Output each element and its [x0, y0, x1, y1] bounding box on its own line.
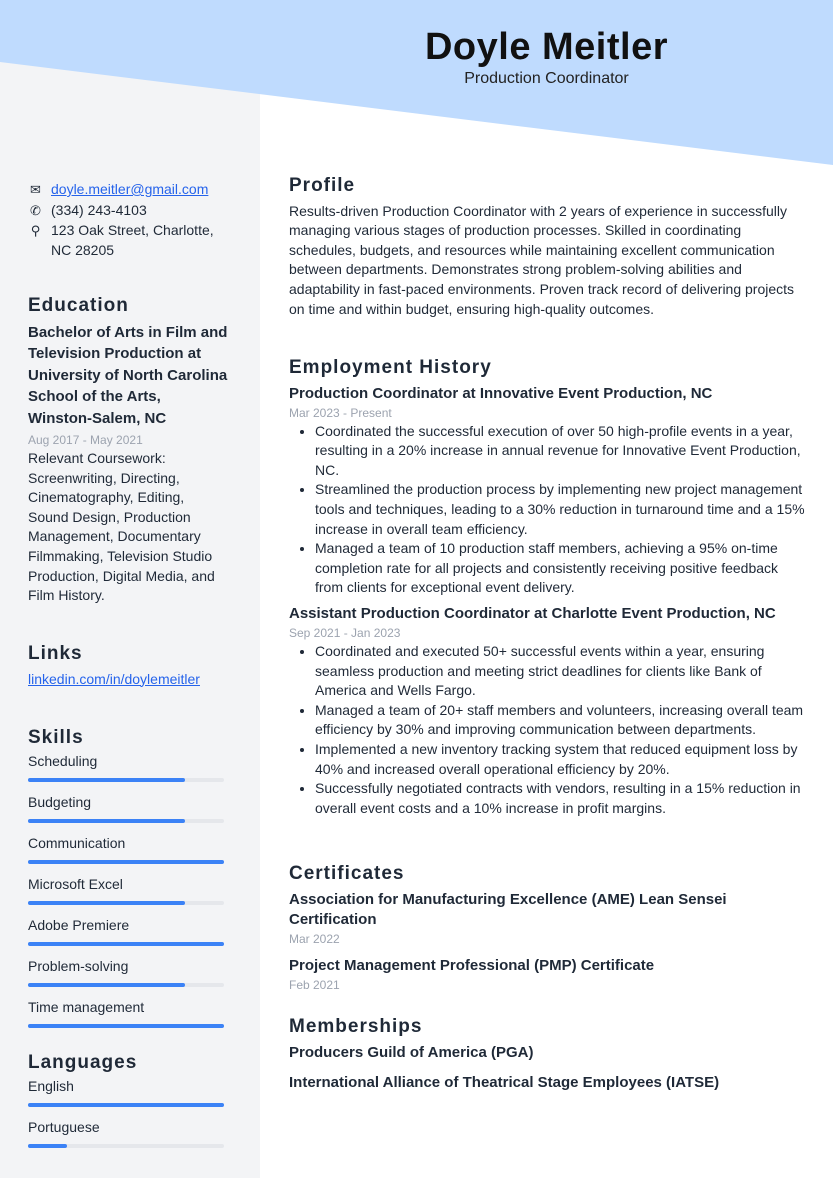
education-heading: Education [28, 295, 129, 316]
degree: Bachelor of Arts in Film and Television … [28, 323, 228, 427]
skill-level-bar [28, 982, 224, 987]
certificates-heading: Certificates [289, 863, 405, 884]
skills-heading: Skills [28, 727, 84, 748]
skill-item: Microsoft Excel [28, 875, 228, 905]
skill-level-fill [28, 1023, 224, 1028]
location-pin-icon: ⚲ [30, 223, 41, 239]
job-bullets: Coordinated the successful execution of … [315, 422, 809, 598]
education-section: Education Bachelor of Arts in Film and T… [28, 296, 228, 606]
skill-label: Portuguese [28, 1118, 100, 1135]
skill-label: Problem-solving [28, 957, 129, 974]
skill-level-fill [28, 777, 185, 782]
job-bullet: Managed a team of 20+ staff members and … [315, 701, 809, 740]
coursework: Relevant Coursework: Screenwriting, Dire… [28, 450, 215, 604]
memberships-section: Memberships Producers Guild of America (… [289, 1017, 809, 1093]
skill-level-bar [28, 900, 224, 905]
job-bullet: Implemented a new inventory tracking sys… [315, 740, 809, 779]
skill-level-fill [28, 1102, 224, 1107]
job-bullet: Coordinated the successful execution of … [315, 422, 809, 481]
phone: (334) 243-4103 [51, 201, 147, 218]
skill-level-bar [28, 818, 224, 823]
skill-level-bar [28, 777, 224, 782]
skill-item: Scheduling [28, 752, 228, 782]
job-title: Production Coordinator [464, 70, 629, 87]
skill-label: Scheduling [28, 752, 98, 769]
skill-label: Adobe Premiere [28, 916, 130, 933]
skill-label: Budgeting [28, 793, 92, 810]
contact-info: ✉ doyle.meitler@gmail.com ✆ (334) 243-4103… [28, 180, 228, 261]
job-dates: Mar 2023 - Present [289, 405, 392, 420]
job-bullet: Managed a team of 10 production staff me… [315, 539, 809, 598]
skill-item: Budgeting [28, 793, 228, 823]
certificate-entry: Project Management Professional (PMP) Ce… [289, 956, 809, 994]
job-bullet: Streamlined the production process by im… [315, 480, 809, 539]
job-dates: Sep 2021 - Jan 2023 [289, 625, 401, 640]
certificate-date: Mar 2022 [289, 931, 340, 946]
certificate-entry: Association for Manufacturing Excellence… [289, 890, 809, 948]
job-bullet: Successfully negotiated contracts with v… [315, 779, 809, 818]
address: 123 Oak Street, Charlotte, NC 28205 [51, 222, 214, 258]
phone-icon: ✆ [30, 202, 41, 218]
skill-label: Communication [28, 834, 126, 851]
skill-label: Time management [28, 998, 145, 1015]
job-entry: Production Coordinator at Innovative Eve… [289, 384, 809, 598]
job-bullets: Coordinated and executed 50+ successful … [315, 642, 809, 818]
languages-section: Languages English Portuguese [28, 1053, 228, 1159]
education-dates: Aug 2017 - May 2021 [28, 433, 143, 448]
membership-item: Producers Guild of America (PGA) [289, 1043, 534, 1061]
certificates-section: Certificates Association for Manufacturi… [289, 864, 809, 994]
skill-item: Problem-solving [28, 957, 228, 987]
skill-item: English [28, 1077, 228, 1107]
skill-label: Microsoft Excel [28, 875, 123, 892]
skill-level-fill [28, 859, 224, 864]
skill-level-bar [28, 1143, 224, 1148]
skill-level-fill [28, 982, 185, 987]
email-link[interactable]: doyle.meitler@gmail.com [51, 180, 208, 200]
skill-level-fill [28, 818, 185, 823]
skill-level-bar [28, 1102, 224, 1107]
skill-item: Adobe Premiere [28, 916, 228, 946]
skill-item: Time management [28, 998, 228, 1028]
job-entry: Assistant Production Coordinator at Char… [289, 604, 809, 818]
languages-heading: Languages [28, 1052, 138, 1073]
certificate-date: Feb 2021 [289, 977, 340, 992]
skill-level-fill [28, 941, 224, 946]
skill-level-bar [28, 941, 224, 946]
linkedin-link[interactable]: linkedin.com/in/doylemeitler [28, 671, 200, 687]
skill-level-bar [28, 1023, 224, 1028]
certificate-title: Association for Manufacturing Excellence… [289, 890, 727, 928]
links-heading: Links [28, 643, 83, 664]
employment-heading: Employment History [289, 357, 492, 378]
profile-text: Results-driven Production Coordinator wi… [289, 202, 795, 317]
job-bullet: Coordinated and executed 50+ successful … [315, 642, 809, 701]
skill-level-fill [28, 900, 185, 905]
envelope-icon: ✉ [30, 182, 41, 197]
memberships-heading: Memberships [289, 1016, 423, 1037]
job-title: Production Coordinator at Innovative Eve… [289, 384, 713, 402]
skill-level-fill [28, 1143, 68, 1148]
candidate-name: Doyle Meitler [424, 26, 669, 68]
employment-section: Employment History Production Coordinato… [289, 358, 809, 818]
membership-item: International Alliance of Theatrical Sta… [289, 1073, 720, 1091]
skill-level-bar [28, 859, 224, 864]
profile-section: Profile Results-driven Production Coordi… [289, 176, 809, 319]
links-section: Links linkedin.com/in/doylemeitler [28, 644, 228, 689]
certificate-title: Project Management Professional (PMP) Ce… [289, 956, 655, 974]
profile-heading: Profile [289, 175, 356, 196]
skill-item: Communication [28, 834, 228, 864]
job-title: Assistant Production Coordinator at Char… [289, 604, 776, 622]
skill-item: Portuguese [28, 1118, 228, 1148]
skill-label: English [28, 1077, 74, 1094]
skills-section: Skills Scheduling Budgeting Communication M… [28, 728, 228, 1039]
